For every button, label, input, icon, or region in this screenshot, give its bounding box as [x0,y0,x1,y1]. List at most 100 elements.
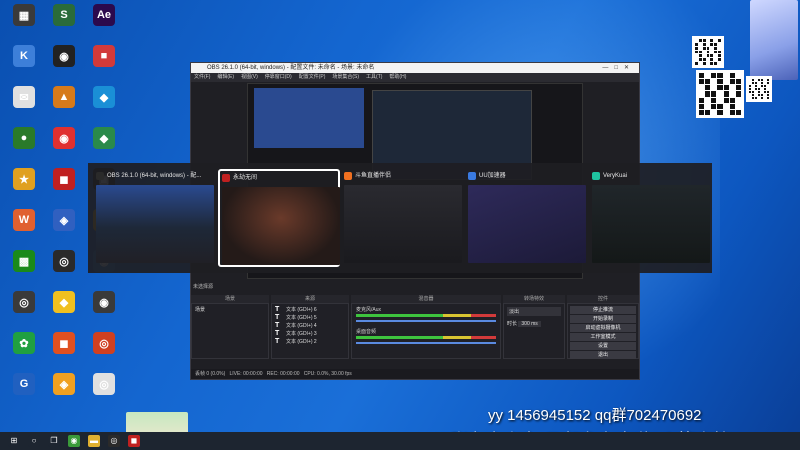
sources-dock-header: 来源 [271,295,349,303]
desktop-icon[interactable]: ▦ [4,4,44,28]
taskbar[interactable]: ⊞ ○ ❐ ◉ ▬ ◎ ◼ [0,432,800,450]
desktop-icon[interactable]: ▩ [4,250,44,274]
menu-item[interactable]: 停靠窗口(D) [265,74,292,80]
taskbar-obs-icon[interactable]: ◎ [108,435,120,447]
obs-menubar[interactable]: 文件(F) 编辑(E) 视图(V) 停靠窗口(D) 配置文件(P) 场景集合(S) 工具(T… [191,73,639,82]
desktop-app-icon: ◈ [53,209,75,231]
desktop-icon[interactable]: S [44,4,84,28]
desktop-icon[interactable]: ◆ [84,86,124,110]
sources-dock[interactable]: 文本 (GDI+) 6文本 (GDI+) 5文本 (GDI+) 4文本 (GDI… [271,303,349,359]
switcher-window-title: OBS 26.1.0 (64-bit, windows) - 配... [94,169,216,183]
taskbar-game-icon[interactable]: ◼ [128,435,140,447]
control-button[interactable]: 开始录制 [570,315,636,323]
taskbar-chrome-icon[interactable]: ◉ [68,435,80,447]
switcher-window-preview [468,185,586,263]
desktop-icon[interactable]: ✿ [4,332,44,356]
taskbar-search-icon[interactable]: ○ [28,435,40,447]
control-button[interactable]: 设置 [570,342,636,350]
mixer-dock[interactable]: 麦克风/Aux 桌面音频 [351,303,501,359]
obs-statusbar: 丢帧 0 (0.0%) LIVE: 00:00:00 REC: 00:00:00… [191,369,639,379]
control-button[interactable]: 退出 [570,351,636,359]
desktop-app-icon: K [13,45,35,67]
desktop-app-icon: ◎ [13,291,35,313]
switcher-window-thumb[interactable]: 斗鱼直播伴侣 [342,169,464,267]
app-icon [222,174,230,182]
desktop-app-icon: ◉ [53,45,75,67]
status-rec: REC: 00:00:00 [266,371,300,377]
switcher-window-thumb[interactable]: 永劫无间 [218,169,340,267]
desktop-icon[interactable]: G [4,373,44,397]
window-controls[interactable]: —□✕ [602,63,635,73]
menu-item[interactable]: 工具(T) [366,74,382,80]
desktop-app-icon: ◆ [93,86,115,108]
desktop-icon[interactable]: ◉ [44,45,84,69]
desktop-icon[interactable]: ★ [4,168,44,192]
taskbar-taskview-icon[interactable]: ❐ [48,435,60,447]
menu-item[interactable]: 场景集合(S) [332,74,359,80]
desktop-icon[interactable]: ◉ [84,291,124,315]
desktop-icon[interactable]: ◈ [44,209,84,233]
menu-item[interactable]: 视图(V) [241,74,258,80]
desktop-icon[interactable]: ◎ [4,291,44,315]
switcher-window-thumb[interactable]: VeryKuai [590,169,712,267]
menu-item[interactable]: 帮助(H) [389,74,406,80]
desktop-app-icon: ◆ [53,291,75,313]
mixer-track-desktop: 桌面音频 [356,329,377,335]
desktop-icon[interactable]: ◆ [44,291,84,315]
desktop-icon[interactable]: ● [4,127,44,151]
desktop-icon[interactable]: ◈ [44,373,84,397]
source-item[interactable]: 文本 (GDI+) 3 [272,330,348,338]
desktop-icon[interactable]: ■ [84,45,124,69]
desktop-app-icon: ◎ [53,250,75,272]
desktop-app-icon: ◉ [53,127,75,149]
status-cpu: CPU: 0.0%, 30.00 fps [303,371,352,377]
desktop-icon[interactable]: ◎ [84,332,124,356]
duration-label: 时长 [507,321,518,327]
mic-volume-slider[interactable] [356,320,496,322]
switcher-window-thumb[interactable]: OBS 26.1.0 (64-bit, windows) - 配... [94,169,216,267]
taskbar-start-icon[interactable]: ⊞ [8,435,20,447]
desktop-volume-slider[interactable] [356,342,496,344]
transition-select[interactable]: 淡出 [507,307,561,316]
desktop-icon[interactable]: W [4,209,44,233]
desktop-icon[interactable]: ◼ [44,332,84,356]
desktop-app-icon: Ae [93,4,115,26]
menu-item[interactable]: 文件(F) [194,74,210,80]
duration-input[interactable]: 300 ms [518,321,541,327]
switcher-window-thumb[interactable]: UU加速器 [466,169,588,267]
desktop-icon[interactable]: ◉ [44,127,84,151]
desktop-app-icon: W [13,209,35,231]
switcher-window-label: UU加速器 [479,173,506,179]
control-button[interactable]: 停止推流 [570,306,636,314]
scene-item[interactable]: 场景 [192,304,268,315]
menu-item[interactable]: 配置文件(P) [299,74,326,80]
desktop-icon[interactable]: K [4,45,44,69]
desktop-icon[interactable]: ▲ [44,86,84,110]
switcher-window-preview [344,185,462,263]
source-item[interactable]: 文本 (GDI+) 4 [272,322,348,330]
controls-dock[interactable]: 停止推流 开始录制 启动虚拟摄像机 工作室模式 设置 退出 [567,303,639,359]
status-dropped: 丢帧 0 (0.0%) [195,371,226,377]
menu-item[interactable]: 编辑(E) [217,74,234,80]
desktop-app-icon: ▩ [13,250,35,272]
control-button[interactable]: 工作室模式 [570,333,636,341]
alt-tab-switcher[interactable]: OBS 26.1.0 (64-bit, windows) - 配... 永劫无间 斗… [88,163,712,273]
preview-desktop-capture [254,88,364,148]
taskbar-explorer-icon[interactable]: ▬ [88,435,100,447]
source-item[interactable]: 文本 (GDI+) 5 [272,314,348,322]
source-item[interactable]: 文本 (GDI+) 2 [272,338,348,346]
desktop-icon[interactable]: Ae [84,4,124,28]
switcher-window-preview [592,185,710,263]
control-button[interactable]: 启动虚拟摄像机 [570,324,636,332]
scenes-dock[interactable]: 场景 [191,303,269,359]
transitions-dock[interactable]: 淡出 时长 300 ms [503,303,565,359]
desktop-icon[interactable]: ◆ [84,127,124,151]
source-item[interactable]: 文本 (GDI+) 6 [272,306,348,314]
desktop-icon[interactable]: ✉ [4,86,44,110]
obs-titlebar[interactable]: OBS 26.1.0 (64-bit, windows) - 配置文件: 未命名… [191,63,639,73]
desktop-icon[interactable]: ◎ [44,250,84,274]
desktop-app-icon: ◆ [93,127,115,149]
mic-level-meter [356,314,496,317]
desktop-icon[interactable]: ◎ [84,373,124,397]
desktop-icon[interactable]: ◼ [44,168,84,192]
